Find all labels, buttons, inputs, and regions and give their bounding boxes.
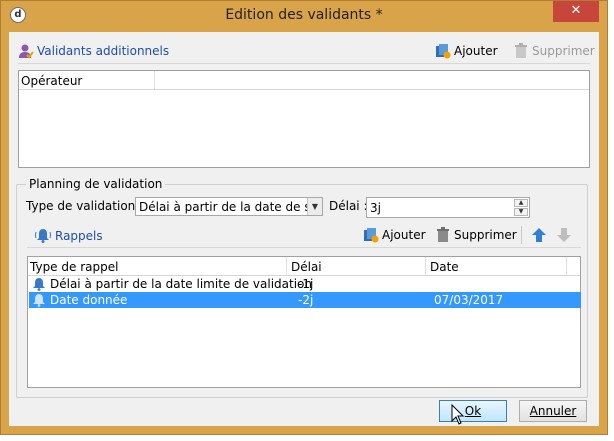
arrow-up-icon[interactable] [531, 227, 547, 243]
add-icon [436, 44, 451, 59]
validants-add-label: Ajouter [454, 44, 498, 58]
toolbar-separator [521, 226, 522, 244]
bell-icon [33, 294, 45, 307]
dialog-window: d Edition des validants * ✕ Validants ad… [0, 0, 608, 435]
validants-toolbar: Validants additionnels Ajouter Supprimer [18, 41, 595, 64]
ok-button[interactable]: Ok [439, 400, 507, 422]
delay-label: Délai : [329, 199, 368, 213]
add-icon [364, 228, 379, 243]
trash-icon [437, 227, 449, 242]
reminders-list-header: Type de rappel Délai Date [28, 257, 580, 276]
title-bar[interactable]: d Edition des validants * ✕ [1, 1, 607, 32]
bell-icon [33, 278, 45, 291]
dialog-body: Validants additionnels Ajouter Supprimer [9, 32, 599, 426]
column-divider [286, 257, 287, 275]
validation-type-value: Délai à partir de la date de soum [139, 200, 307, 214]
operator-list[interactable]: Opérateur [18, 70, 590, 168]
reminder-type-cell: Délai à partir de la date limite de vali… [50, 277, 312, 291]
validation-type-select[interactable]: Délai à partir de la date de soum ▼ [135, 197, 323, 216]
spin-up-icon[interactable]: ▲ [514, 199, 528, 207]
validants-delete-button[interactable]: Supprimer [511, 41, 595, 61]
column-header-operator[interactable]: Opérateur [21, 74, 82, 88]
arrow-down-icon[interactable] [556, 227, 572, 243]
column-header-reminder-type[interactable]: Type de rappel [30, 260, 118, 274]
validants-label: Validants additionnels [37, 44, 170, 58]
validants-delete-label: Supprimer [532, 44, 595, 58]
column-divider [425, 257, 426, 275]
window-title: Edition des validants * [225, 7, 383, 23]
spin-down-icon[interactable]: ▼ [514, 208, 528, 216]
validation-type-label: Type de validation : [26, 199, 144, 213]
reminders-toolbar: Rappels Ajouter Supprimer [27, 223, 581, 248]
column-divider [566, 257, 567, 275]
column-header-date[interactable]: Date [430, 260, 459, 274]
reminders-delete-button[interactable]: Supprimer [433, 225, 517, 245]
cancel-button[interactable]: Annuler [519, 400, 587, 422]
column-divider [154, 71, 155, 89]
validants-add-button[interactable]: Ajouter [433, 41, 505, 61]
close-button[interactable]: ✕ [553, 1, 599, 22]
planning-group-title: Planning de validation [26, 177, 166, 191]
reminders-add-button[interactable]: Ajouter [361, 225, 431, 245]
reminders-delete-label: Supprimer [454, 228, 517, 242]
delay-value: 3j [370, 201, 381, 215]
reminder-date-cell: 07/03/2017 [434, 293, 504, 307]
trash-icon [515, 43, 527, 58]
delay-spinbox[interactable]: 3j ▲ ▼ [366, 197, 530, 218]
chevron-down-icon[interactable]: ▼ [307, 198, 322, 215]
reminders-list[interactable]: Type de rappel Délai Date Délai à partir… [27, 256, 581, 388]
operator-list-header: Opérateur [19, 71, 589, 90]
reminder-type-cell: Date donnée [50, 293, 128, 307]
table-row-selected[interactable]: Date donnée -2j 07/03/2017 [29, 292, 581, 308]
mouse-cursor-icon [451, 404, 465, 425]
cancel-label: Annuler [529, 404, 577, 418]
column-header-delay[interactable]: Délai [291, 260, 322, 274]
reminder-delay-cell: -1j [298, 277, 314, 291]
table-row[interactable]: Délai à partir de la date limite de vali… [29, 276, 581, 292]
bell-icon [35, 229, 51, 243]
ok-label: Ok [464, 404, 482, 418]
user-check-icon [19, 44, 34, 59]
reminders-label: Rappels [55, 229, 103, 243]
reminders-add-label: Ajouter [382, 228, 426, 242]
reminder-delay-cell: -2j [298, 293, 314, 307]
